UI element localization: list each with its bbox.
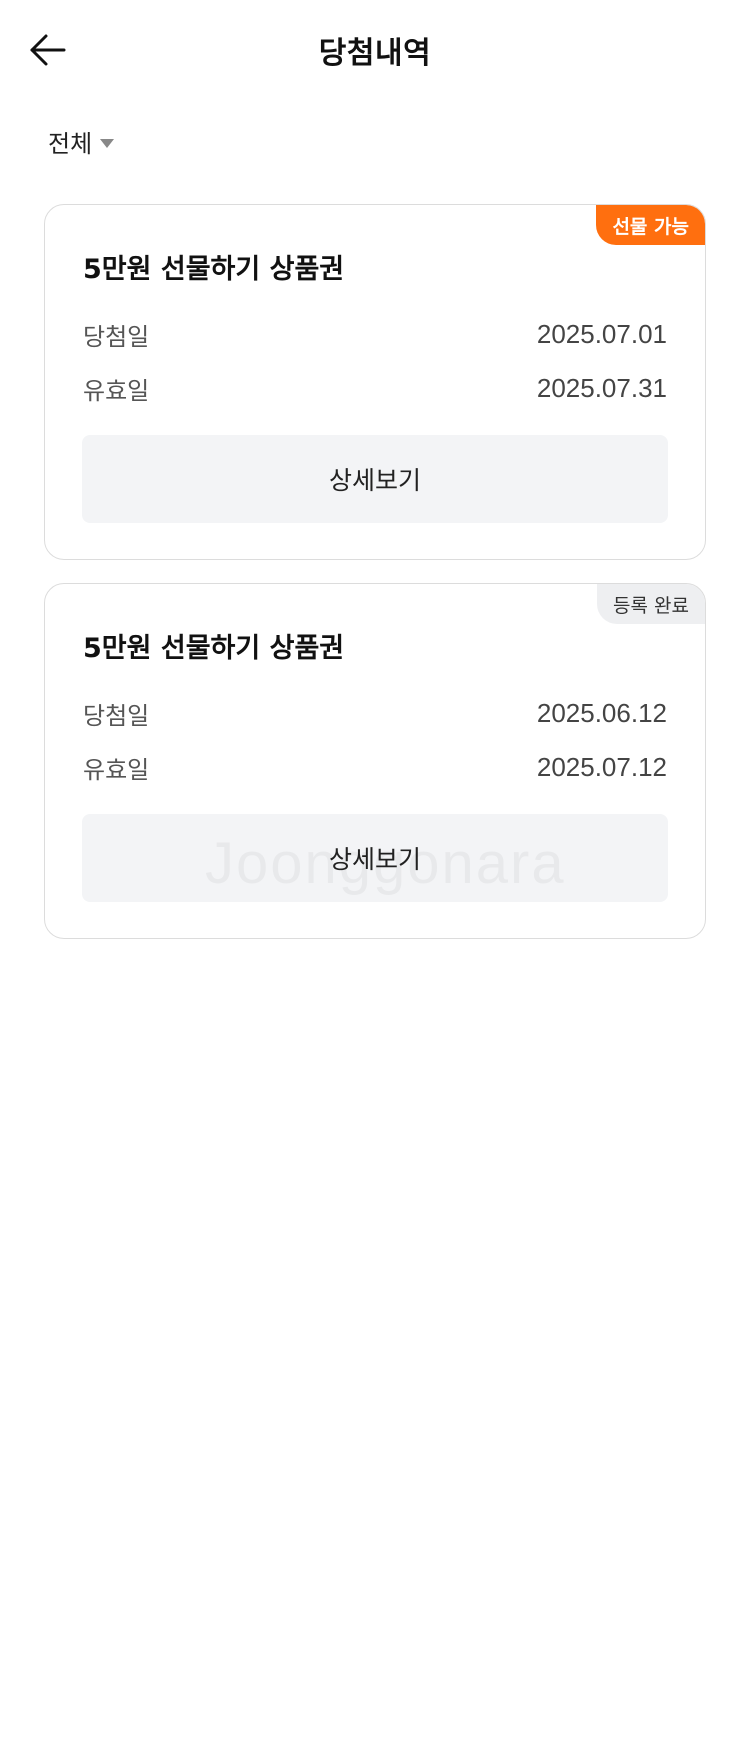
back-button[interactable]	[26, 28, 70, 72]
view-details-button[interactable]: 상세보기	[82, 435, 668, 523]
prize-card: 등록 완료 5만원 선물하기 상품권 당첨일 2025.06.12 유효일 20…	[44, 583, 706, 939]
status-badge: 선물 가능	[596, 205, 705, 245]
caret-down-icon	[100, 138, 115, 148]
prize-card: 선물 가능 5만원 선물하기 상품권 당첨일 2025.07.01 유효일 20…	[44, 204, 706, 560]
status-badge: 등록 완료	[597, 584, 705, 624]
prize-title: 5만원 선물하기 상품권	[83, 633, 345, 664]
win-date-label: 당첨일	[83, 702, 150, 730]
expiry-date-label: 유효일	[83, 377, 150, 405]
win-date-row: 당첨일 2025.07.01	[83, 317, 667, 352]
win-date-row: 당첨일 2025.06.12	[83, 696, 667, 731]
filter-label: 전체	[48, 130, 93, 158]
win-date-value: 2025.06.12	[536, 698, 667, 728]
prize-title: 5만원 선물하기 상품권	[83, 254, 345, 285]
page-title: 당첨내역	[318, 36, 432, 71]
expiry-date-value: 2025.07.12	[536, 752, 667, 782]
expiry-date-value: 2025.07.31	[536, 373, 667, 403]
app-header: 당첨내역	[0, 0, 750, 100]
win-date-value: 2025.07.01	[536, 319, 667, 349]
page: 당첨내역 전체 선물 가능 5만원 선물하기 상품권 당첨일 2025.07.0…	[0, 0, 750, 1741]
expiry-date-row: 유효일 2025.07.12	[83, 750, 667, 785]
filter-dropdown[interactable]: 전체	[48, 124, 115, 159]
win-date-label: 당첨일	[83, 323, 150, 351]
view-details-button[interactable]: 상세보기	[82, 814, 668, 902]
expiry-date-label: 유효일	[83, 756, 150, 784]
arrow-left-icon	[30, 34, 66, 66]
expiry-date-row: 유효일 2025.07.31	[83, 371, 667, 406]
